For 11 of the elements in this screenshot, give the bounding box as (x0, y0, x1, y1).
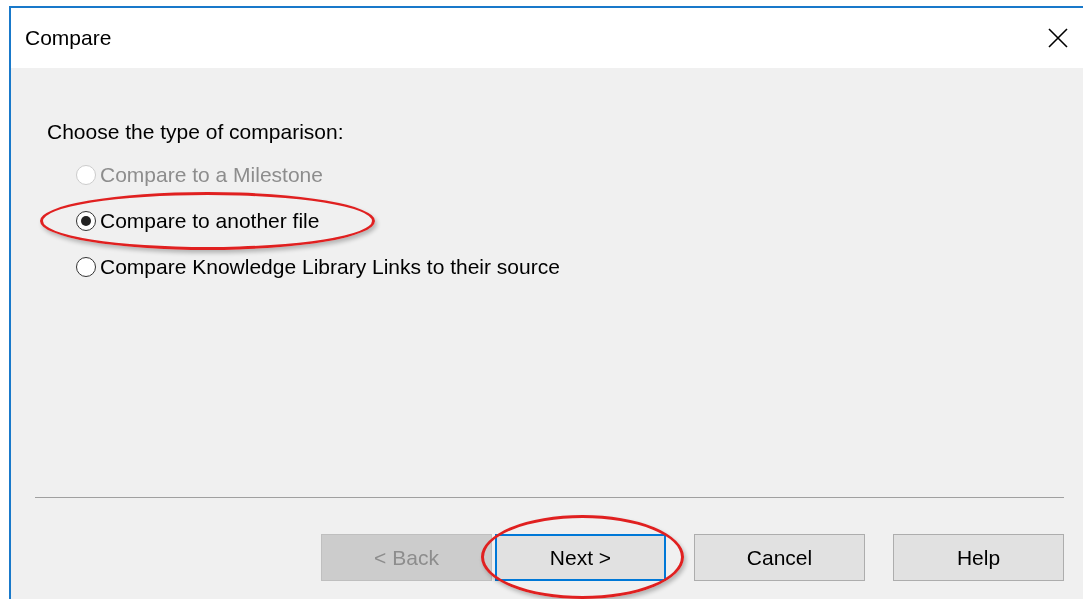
dialog-button[interactable]: Cancel (694, 534, 865, 581)
window-title: Compare (25, 25, 112, 52)
dialog-button[interactable]: Next > (495, 534, 666, 581)
prompt-label: Choose the type of comparison: (47, 119, 345, 145)
radio-button[interactable] (76, 256, 96, 277)
option-label: Compare to another file (100, 207, 320, 234)
close-icon (1047, 27, 1069, 49)
option-label: Compare Knowledge Library Links to their source (100, 253, 560, 280)
dialog-button[interactable]: Help (893, 534, 1064, 581)
option-label: Compare to a Milestone (100, 161, 323, 188)
radio-button[interactable] (76, 210, 96, 231)
